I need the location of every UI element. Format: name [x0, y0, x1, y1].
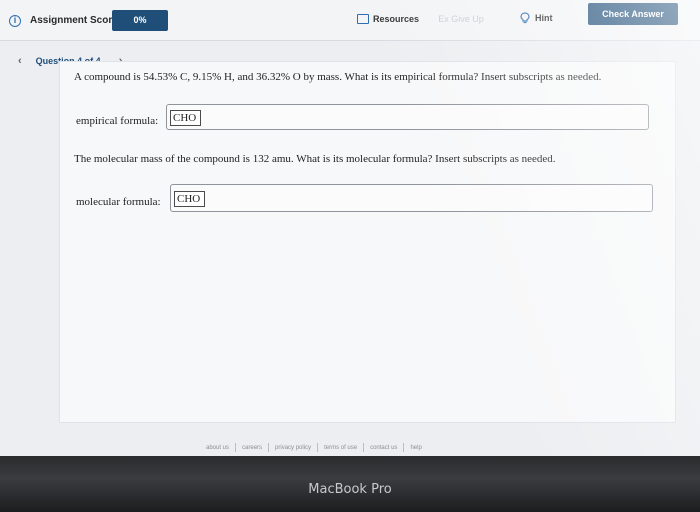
- hint-button[interactable]: Hint: [520, 8, 553, 28]
- laptop-brand-label: MacBook Pro: [308, 482, 392, 497]
- footer-link-terms[interactable]: terms of use: [318, 445, 363, 451]
- give-up-button[interactable]: Ex Give Up: [432, 10, 490, 28]
- resources-button[interactable]: Resources: [353, 9, 423, 29]
- footer-link-about[interactable]: about us: [200, 445, 235, 451]
- footer-link-careers[interactable]: careers: [236, 445, 268, 451]
- molecular-formula-label: molecular formula:: [76, 196, 161, 208]
- molecular-formula-value[interactable]: CHO: [174, 191, 206, 207]
- empirical-formula-field[interactable]: CHO: [166, 104, 649, 130]
- empirical-formula-label: empirical formula:: [76, 115, 159, 127]
- lightbulb-icon: [520, 12, 530, 24]
- previous-question-icon[interactable]: ‹: [18, 55, 22, 67]
- resources-icon: [357, 14, 369, 24]
- assignment-toolbar: i Assignment Score: 0% Resources Ex Give…: [0, 0, 700, 41]
- footer-links: about us careers privacy policy terms of…: [200, 443, 428, 452]
- question-prompt-molecular: The molecular mass of the compound is 13…: [74, 153, 556, 165]
- assignment-score-label: Assignment Score:: [30, 15, 122, 26]
- empirical-formula-value[interactable]: CHO: [170, 110, 202, 126]
- question-prompt-empirical: A compound is 54.53% C, 9.15% H, and 36.…: [74, 71, 602, 83]
- assignment-score-value: 0%: [112, 10, 168, 31]
- resources-label: Resources: [373, 14, 420, 24]
- browser-screen: i Assignment Score: 0% Resources Ex Give…: [0, 0, 700, 456]
- footer-link-help[interactable]: help: [404, 445, 427, 451]
- footer-link-privacy[interactable]: privacy policy: [269, 445, 317, 451]
- molecular-formula-field[interactable]: CHO: [170, 184, 653, 212]
- question-card: A compound is 54.53% C, 9.15% H, and 36.…: [59, 61, 676, 423]
- info-icon[interactable]: i: [9, 15, 21, 27]
- footer-link-contact[interactable]: contact us: [364, 445, 403, 451]
- hint-label: Hint: [535, 13, 553, 23]
- check-answer-button[interactable]: Check Answer: [588, 3, 678, 25]
